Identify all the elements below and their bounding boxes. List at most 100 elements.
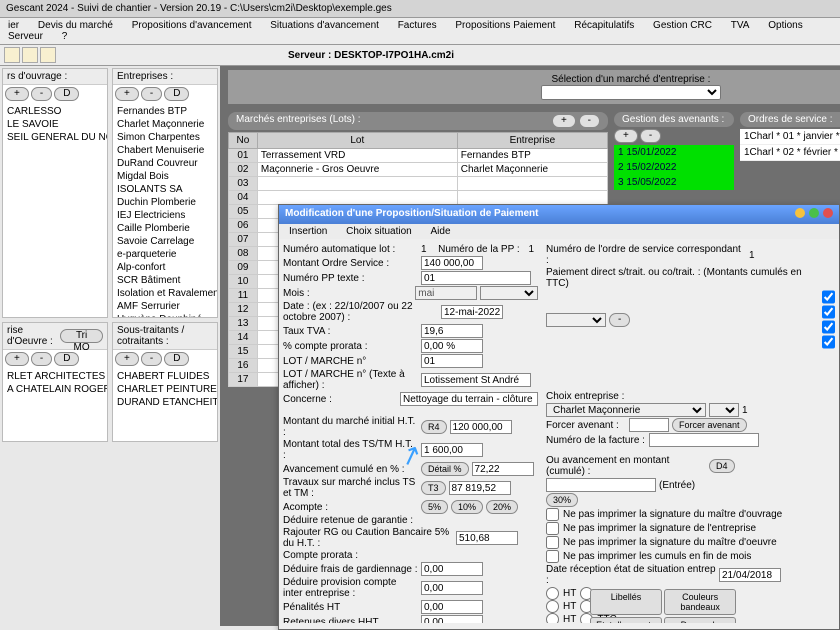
prorata-input[interactable] bbox=[421, 339, 483, 353]
mois-input[interactable] bbox=[415, 286, 477, 300]
table-row[interactable]: 02Maçonnerie - Gros OeuvreCharlet Maçonn… bbox=[229, 163, 608, 177]
toolbar-icon[interactable] bbox=[4, 47, 20, 63]
dlg-menu-item[interactable]: Aide bbox=[423, 224, 459, 239]
r4-button[interactable]: R4 bbox=[421, 420, 447, 434]
del-button[interactable]: - bbox=[579, 114, 600, 128]
menu-item[interactable]: Propositions d'avancement bbox=[124, 18, 260, 33]
list-item[interactable]: SCR Bâtiment bbox=[115, 274, 215, 287]
list-item[interactable]: Simon Charpentes bbox=[115, 131, 215, 144]
table-row[interactable]: 04 bbox=[229, 191, 608, 205]
list-item[interactable]: 2 15/02/2022 bbox=[614, 160, 734, 175]
rethht-input[interactable] bbox=[421, 615, 483, 623]
date-recep-input[interactable] bbox=[719, 568, 781, 582]
dlg-menu-item[interactable]: Choix situation bbox=[338, 224, 420, 239]
concerne-input[interactable] bbox=[400, 392, 538, 406]
avenants-list[interactable]: 1 15/01/2022 2 15/02/2022 3 15/05/2022 bbox=[614, 145, 734, 190]
doc-button[interactable]: Libellés bbox=[590, 589, 662, 615]
mos-input[interactable] bbox=[421, 256, 483, 270]
add-button[interactable]: + bbox=[115, 87, 139, 101]
add-button[interactable]: + bbox=[115, 352, 139, 366]
check-icon[interactable] bbox=[822, 305, 835, 319]
list-item[interactable]: Hygyène Dauphiné bbox=[115, 313, 215, 317]
numfact-input[interactable] bbox=[649, 433, 759, 447]
forcer-input[interactable] bbox=[629, 418, 669, 432]
maitres-list[interactable]: CARLESSO LE SAVOIE SEIL GENERAL DU NORD bbox=[3, 103, 107, 317]
list-item[interactable]: CARLESSO bbox=[5, 105, 105, 118]
list-item[interactable]: DuRand Couvreur bbox=[115, 157, 215, 170]
tva-input[interactable] bbox=[421, 324, 483, 338]
paiement-select[interactable] bbox=[546, 313, 606, 327]
list-item[interactable]: IEJ Electriciens bbox=[115, 209, 215, 222]
doc-button[interactable]: Demande d'Acompte bbox=[664, 617, 736, 623]
del-button[interactable]: - bbox=[609, 313, 630, 327]
list-item[interactable]: Migdal Bois bbox=[115, 170, 215, 183]
menu-item[interactable]: Serveur bbox=[0, 29, 51, 44]
list-item[interactable]: DURAND ETANCHEITE bbox=[115, 396, 215, 409]
check-icon[interactable] bbox=[822, 320, 835, 334]
list-item[interactable]: ISOLANTS SA bbox=[115, 183, 215, 196]
sel-marche-select[interactable] bbox=[541, 85, 721, 100]
rg-input[interactable] bbox=[456, 531, 518, 545]
acompte-20-button[interactable]: 20% bbox=[486, 500, 518, 514]
gard-input[interactable] bbox=[421, 562, 483, 576]
menu-item[interactable]: Propositions Paiement bbox=[447, 18, 563, 33]
add-button[interactable]: + bbox=[5, 87, 29, 101]
list-item[interactable]: e-parqueterie bbox=[115, 248, 215, 261]
pen-input[interactable] bbox=[421, 600, 483, 614]
add-button[interactable]: + bbox=[614, 129, 638, 143]
acompte-30-button[interactable]: 30% bbox=[546, 493, 578, 507]
menu-item[interactable]: ? bbox=[54, 29, 76, 44]
choix-ent-select[interactable]: Charlet Maçonnerie bbox=[546, 403, 706, 417]
acompte-5-button[interactable]: 5% bbox=[421, 500, 448, 514]
dlg-menu-item[interactable]: Insertion bbox=[281, 224, 335, 239]
list-item[interactable]: Charlet Maçonnerie bbox=[115, 118, 215, 131]
t3-button[interactable]: T3 bbox=[421, 481, 446, 495]
ht-radio[interactable] bbox=[546, 613, 559, 623]
add-button[interactable]: + bbox=[552, 114, 576, 128]
check-icon[interactable] bbox=[822, 335, 835, 349]
list-item[interactable]: Fernandes BTP bbox=[115, 105, 215, 118]
list-item[interactable]: 1Charl * 02 * février * 12-fév-2022 bbox=[740, 145, 840, 161]
mmi-input[interactable] bbox=[450, 420, 512, 434]
list-item[interactable]: 1 15/01/2022 bbox=[614, 145, 734, 160]
tri-mo-button[interactable]: Tri MO bbox=[60, 329, 103, 343]
doc-button[interactable]: Couleurs bandeaux bbox=[664, 589, 736, 615]
menu-item[interactable]: Factures bbox=[390, 18, 445, 33]
list-item[interactable]: A CHATELAIN ROGER bbox=[5, 383, 105, 396]
avc-input[interactable] bbox=[472, 462, 534, 476]
check-icon[interactable] bbox=[822, 290, 835, 304]
forcer-button[interactable]: Forcer avenant bbox=[672, 418, 747, 432]
list-item[interactable]: Caille Plomberie bbox=[115, 222, 215, 235]
list-item[interactable]: CHARLET PEINTURES bbox=[115, 383, 215, 396]
toolbar-icon[interactable] bbox=[22, 47, 38, 63]
chk-sig-mo[interactable] bbox=[546, 508, 559, 521]
npp-input[interactable] bbox=[421, 271, 531, 285]
d-button[interactable]: D bbox=[54, 87, 79, 101]
list-item[interactable]: 1Charl * 01 * janvier * 14-janv-2022 bbox=[740, 129, 840, 145]
d-button[interactable]: D bbox=[54, 352, 79, 366]
del-button[interactable]: - bbox=[640, 129, 661, 143]
lotm-txt-input[interactable] bbox=[421, 373, 531, 387]
d4-button[interactable]: D4 bbox=[709, 459, 735, 473]
d-button[interactable]: D bbox=[164, 87, 189, 101]
ht-radio[interactable] bbox=[546, 587, 559, 600]
num-select[interactable] bbox=[709, 403, 739, 417]
mois-select[interactable] bbox=[480, 286, 538, 300]
doc-extra[interactable] bbox=[738, 589, 835, 615]
list-item[interactable]: 3 15/05/2022 bbox=[614, 175, 734, 190]
add-button[interactable]: + bbox=[5, 352, 29, 366]
del-button[interactable]: - bbox=[141, 352, 162, 366]
doc-extra[interactable] bbox=[738, 617, 835, 623]
avancement-input[interactable] bbox=[546, 478, 656, 492]
list-item[interactable]: Duchin Plomberie bbox=[115, 196, 215, 209]
list-item[interactable]: SEIL GENERAL DU NORD bbox=[5, 131, 105, 144]
window-buttons[interactable] bbox=[791, 208, 833, 221]
list-item[interactable]: Isolation et Ravalement bbox=[115, 287, 215, 300]
table-row[interactable]: 03 bbox=[229, 177, 608, 191]
list-item[interactable]: Chabert Menuiserie bbox=[115, 144, 215, 157]
list-item[interactable]: AMF Serrurier bbox=[115, 300, 215, 313]
menu-item[interactable]: Récapitulatifs bbox=[566, 18, 642, 33]
menu-item[interactable]: TVA bbox=[723, 18, 758, 33]
list-item[interactable]: RLET ARCHITECTES bbox=[5, 370, 105, 383]
entreprises-list[interactable]: Fernandes BTPCharlet MaçonnerieSimon Cha… bbox=[113, 103, 217, 317]
